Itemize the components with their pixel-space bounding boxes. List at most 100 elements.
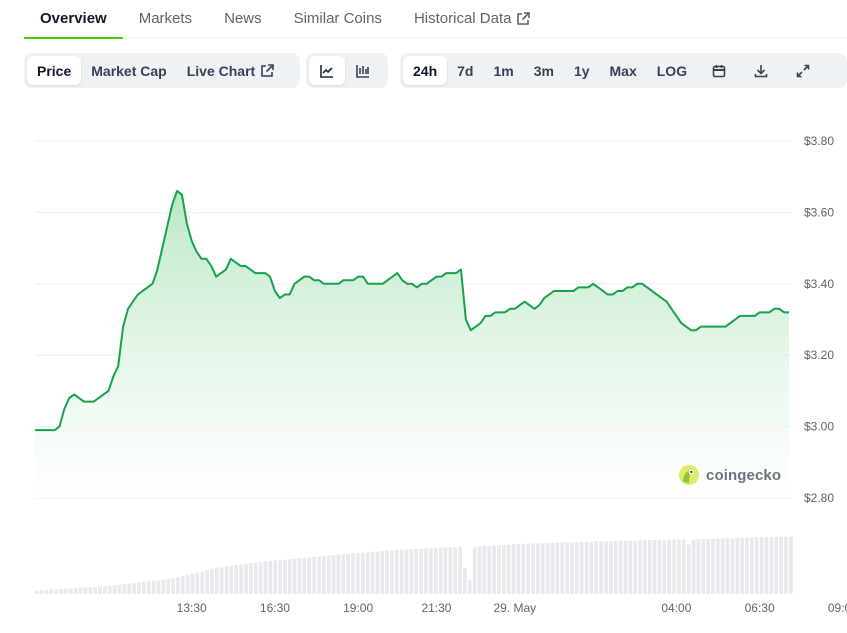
volume-bar bbox=[39, 589, 44, 594]
tab-markets[interactable]: Markets bbox=[123, 0, 208, 38]
tab-historical-data[interactable]: Historical Data bbox=[398, 0, 547, 38]
live-chart-label: Live Chart bbox=[186, 62, 256, 79]
log-scale-button[interactable]: LOG bbox=[647, 56, 697, 85]
range-7d-button[interactable]: 7d bbox=[447, 56, 483, 85]
volume-bar bbox=[789, 536, 793, 594]
volume-bar bbox=[633, 540, 637, 594]
range-3m-button[interactable]: 3m bbox=[524, 56, 564, 85]
calendar-button[interactable] bbox=[701, 56, 737, 85]
range-max-button[interactable]: Max bbox=[600, 56, 647, 85]
volume-bar bbox=[429, 548, 433, 594]
y-tick-label: $3.00 bbox=[804, 420, 834, 434]
volume-bar bbox=[657, 540, 662, 594]
volume-bar bbox=[730, 538, 735, 594]
volume-bar bbox=[117, 584, 122, 594]
volume-bar bbox=[331, 555, 336, 594]
volume-bar bbox=[677, 539, 681, 594]
volume-bar bbox=[570, 542, 574, 594]
range-1m-button[interactable]: 1m bbox=[483, 56, 523, 85]
volume-bar bbox=[312, 556, 316, 594]
tab-similar-coins[interactable]: Similar Coins bbox=[278, 0, 398, 38]
x-tick-label: 13:30 bbox=[177, 601, 207, 615]
volume-bar bbox=[185, 574, 190, 594]
volume-bar bbox=[706, 538, 710, 594]
range-24h-button[interactable]: 24h bbox=[403, 56, 448, 85]
volume-bar bbox=[433, 547, 438, 594]
volume-bar bbox=[686, 544, 691, 594]
market-cap-button[interactable]: Market Cap bbox=[81, 56, 176, 85]
volume-bar bbox=[132, 582, 136, 594]
volume-bar bbox=[351, 553, 355, 594]
volume-bar bbox=[239, 564, 243, 594]
volume-bar bbox=[287, 559, 292, 594]
volume-bar bbox=[258, 562, 263, 594]
volume-bar bbox=[438, 547, 443, 594]
y-axis-ticks: $2.80 $3.00 $3.20 $3.40 $3.60 $3.80 bbox=[804, 134, 834, 505]
volume-bar bbox=[370, 551, 375, 594]
live-chart-button[interactable]: Live Chart bbox=[177, 56, 284, 85]
volume-bar bbox=[574, 541, 579, 594]
volume-bar bbox=[190, 573, 195, 594]
volume-bar bbox=[594, 541, 599, 594]
download-icon bbox=[753, 63, 769, 79]
volume-bar bbox=[244, 563, 248, 594]
volume-bar bbox=[112, 585, 117, 594]
volume-bar bbox=[249, 563, 253, 594]
volume-bar bbox=[754, 537, 759, 594]
volume-bar bbox=[107, 585, 112, 594]
fullscreen-button[interactable] bbox=[785, 56, 821, 85]
volume-bar bbox=[716, 538, 720, 594]
y-tick-label: $3.80 bbox=[804, 134, 834, 148]
price-area bbox=[35, 190, 789, 498]
line-chart-icon bbox=[319, 63, 335, 79]
volume-bar bbox=[54, 589, 59, 594]
line-chart-button[interactable] bbox=[309, 56, 345, 85]
volume-bar bbox=[336, 554, 341, 594]
volume-bar bbox=[224, 566, 229, 594]
volume-bar bbox=[599, 541, 603, 594]
volume-bar bbox=[273, 560, 278, 594]
volume-bar bbox=[472, 547, 477, 594]
coingecko-watermark: coingecko bbox=[678, 464, 781, 486]
volume-bar bbox=[73, 588, 78, 594]
coin-nav-tabs: Overview Markets News Similar Coins Hist… bbox=[24, 0, 847, 39]
tab-label: Overview bbox=[40, 10, 107, 27]
volume-bar bbox=[176, 577, 180, 594]
y-tick-label: $2.80 bbox=[804, 491, 834, 505]
volume-bar bbox=[69, 588, 73, 594]
y-tick-label: $3.20 bbox=[804, 348, 834, 362]
volume-bar bbox=[526, 543, 530, 594]
volume-bar bbox=[35, 590, 39, 594]
volume-bar bbox=[156, 580, 161, 594]
volume-bar bbox=[779, 536, 783, 594]
volume-bar bbox=[560, 542, 565, 594]
x-tick-label: 06:30 bbox=[745, 601, 775, 615]
volume-bar bbox=[302, 558, 307, 594]
volume-bar bbox=[390, 550, 394, 594]
volume-bar bbox=[618, 540, 623, 594]
volume-bar bbox=[774, 537, 779, 594]
volume-bar bbox=[127, 583, 132, 594]
volume-bar bbox=[638, 540, 642, 594]
volume-bar bbox=[696, 538, 701, 594]
time-range-group: 24h 7d 1m 3m 1y Max LOG bbox=[400, 53, 847, 88]
candlestick-icon bbox=[355, 63, 371, 79]
tab-news[interactable]: News bbox=[208, 0, 278, 38]
volume-bar bbox=[604, 541, 608, 594]
price-button[interactable]: Price bbox=[27, 56, 82, 85]
tab-overview[interactable]: Overview bbox=[24, 0, 123, 39]
volume-bar bbox=[214, 567, 219, 594]
volume-bar bbox=[297, 558, 302, 594]
volume-bar bbox=[448, 547, 453, 594]
volume-bar bbox=[283, 559, 287, 594]
volume-bar bbox=[409, 549, 414, 594]
price-chart[interactable]: $2.80 $3.00 $3.20 $3.40 $3.60 $3.80 13:30 16:3… bbox=[0, 100, 847, 633]
volume-bar bbox=[98, 586, 102, 594]
volume-bar bbox=[662, 540, 667, 594]
volume-bar bbox=[769, 537, 774, 594]
volume-bar bbox=[589, 541, 594, 594]
download-button[interactable] bbox=[743, 56, 779, 85]
candlestick-chart-button[interactable] bbox=[345, 56, 381, 85]
volume-bar bbox=[229, 565, 234, 594]
range-1y-button[interactable]: 1y bbox=[564, 56, 600, 85]
